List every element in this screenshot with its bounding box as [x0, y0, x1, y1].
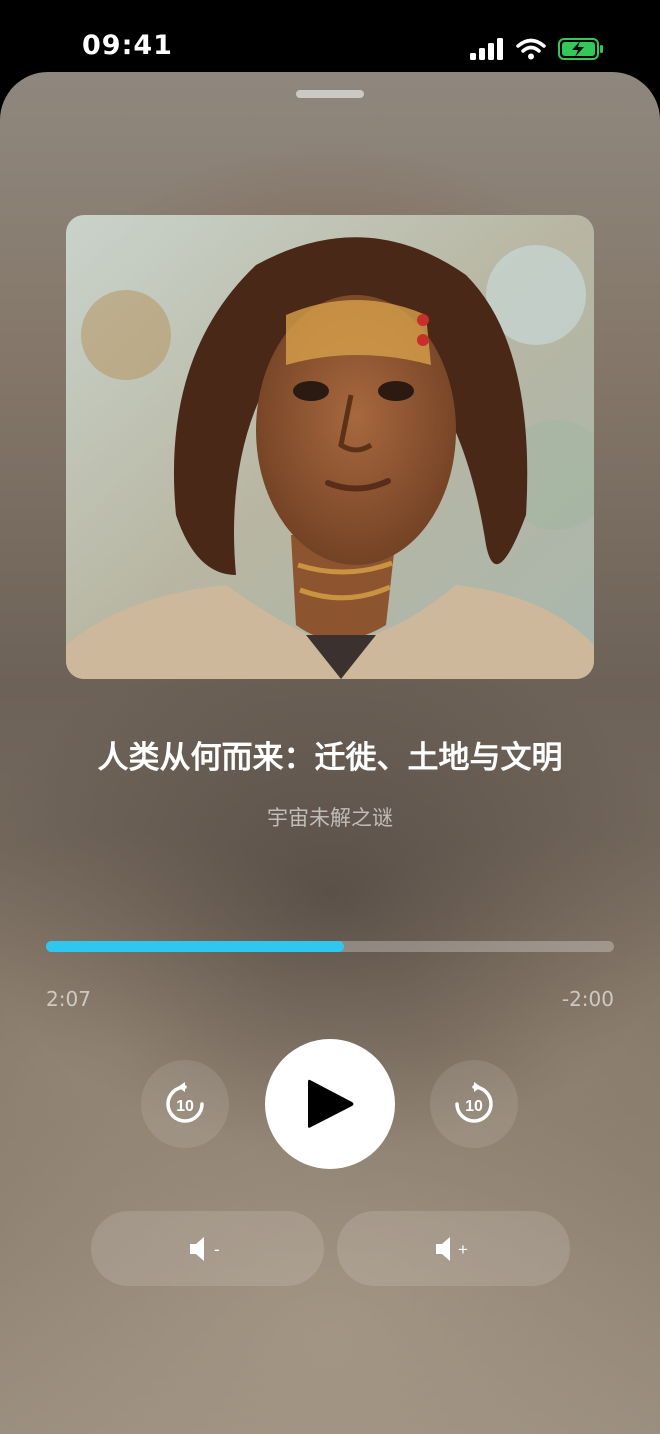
skip-back-button[interactable]: 10 [141, 1060, 229, 1148]
podcast-name[interactable]: 宇宙未解之谜 [0, 802, 660, 832]
status-time: 09:41 [82, 30, 173, 61]
album-artwork [66, 215, 594, 679]
now-playing-sheet: 人类从何而来：迁徙、土地与文明 宇宙未解之谜 2:07 -2:00 10 10 … [0, 72, 660, 1434]
skip-forward-10-icon: 10 [455, 1082, 493, 1123]
svg-text:10: 10 [176, 1098, 194, 1115]
progress-slider[interactable] [46, 941, 614, 952]
skip-back-10-icon: 10 [166, 1082, 204, 1123]
status-icons [470, 34, 604, 64]
svg-text:+: + [458, 1240, 468, 1259]
signal-icon [470, 38, 503, 60]
volume-down-button[interactable]: - [91, 1211, 324, 1286]
svg-text:10: 10 [465, 1098, 483, 1115]
play-icon [308, 1079, 354, 1128]
remaining-time: -2:00 [561, 987, 614, 1011]
play-button[interactable] [265, 1039, 395, 1169]
volume-up-icon: + [435, 1236, 468, 1261]
sheet-grabber[interactable] [296, 90, 364, 98]
svg-text:-: - [214, 1240, 220, 1259]
skip-forward-button[interactable]: 10 [430, 1060, 518, 1148]
volume-up-button[interactable]: + [337, 1211, 570, 1286]
battery-charging-icon [558, 38, 603, 60]
wifi-icon [516, 38, 546, 60]
elapsed-time: 2:07 [46, 987, 91, 1011]
volume-down-icon: - [189, 1236, 220, 1261]
episode-title: 人类从何而来：迁徙、土地与文明 [97, 740, 563, 776]
progress-fill [46, 941, 344, 952]
